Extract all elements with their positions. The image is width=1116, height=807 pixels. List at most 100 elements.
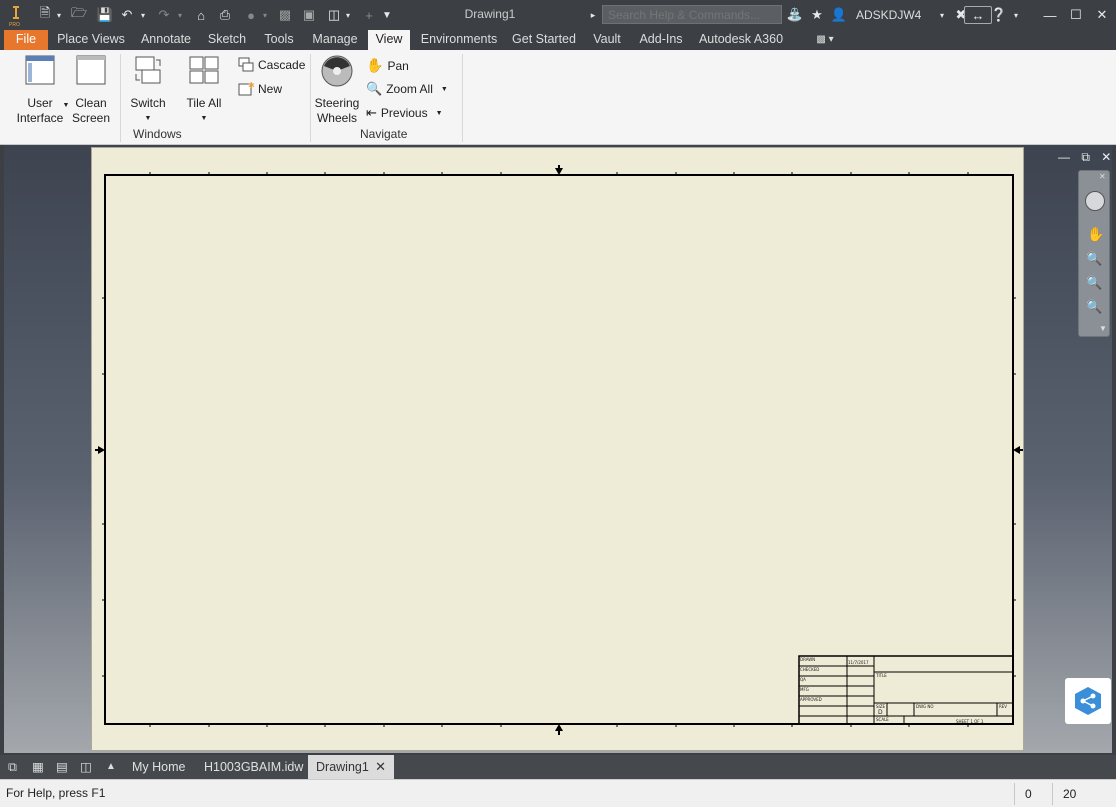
- inventor-pro-logo-icon[interactable]: PRO: [6, 4, 26, 28]
- status-value-1: 0: [1014, 783, 1056, 805]
- title-block-size-value: D: [878, 709, 883, 716]
- graphics-window[interactable]: DRAWN 11/7/2017 CHECKED QA MFG APPROVED …: [4, 145, 1112, 753]
- chevron-down-icon[interactable]: ▼: [436, 110, 443, 117]
- save-icon[interactable]: 💾: [96, 6, 114, 24]
- chevron-up-icon[interactable]: ▲: [106, 755, 116, 779]
- ribbon-toggle-icon[interactable]: ▩ ▾: [810, 30, 840, 50]
- subscription-icon[interactable]: ⛲: [786, 6, 804, 24]
- tile-horizontal-icon[interactable]: ▤: [56, 755, 68, 779]
- chevron-down-icon[interactable]: ▾: [260, 6, 270, 24]
- chevron-down-icon[interactable]: ▾: [175, 6, 185, 24]
- navbar-close-icon[interactable]: ✕: [1099, 172, 1106, 181]
- tab-autodesk-a360[interactable]: Autodesk A360: [696, 30, 786, 50]
- previous-view-button[interactable]: ⇤ Previous ▼: [366, 105, 443, 121]
- maximize-button[interactable]: ☐: [1068, 6, 1084, 24]
- tab-my-home[interactable]: My Home: [132, 755, 185, 779]
- close-button[interactable]: ✕: [1094, 6, 1110, 24]
- close-icon[interactable]: ✕: [375, 755, 386, 779]
- tab-sketch[interactable]: Sketch: [204, 30, 250, 50]
- appearance-icon[interactable]: ◫: [325, 6, 343, 24]
- tab-h1003gbaim[interactable]: H1003GBAIM.idw: [204, 755, 303, 779]
- new-window-icon: ✱: [238, 81, 254, 96]
- chevron-down-icon[interactable]: ▼: [62, 98, 70, 113]
- zoom-icon[interactable]: 🔍: [1086, 251, 1102, 267]
- zoom-all-button[interactable]: 🔍 Zoom All ▼: [366, 81, 448, 97]
- doc-minimize-button[interactable]: —: [1058, 150, 1070, 164]
- measure-icon[interactable]: ▩: [276, 6, 294, 24]
- full-navigation-wheel-icon[interactable]: [1085, 191, 1105, 211]
- new-file-icon[interactable]: 🗎: [36, 5, 54, 24]
- tab-manage[interactable]: Manage: [309, 30, 361, 50]
- svg-text:✱: ✱: [248, 81, 254, 90]
- title-block-scale: SCALE: [876, 717, 889, 722]
- status-help-text: For Help, press F1: [6, 786, 106, 800]
- redo-icon[interactable]: ↷: [155, 6, 173, 24]
- chevron-down-icon[interactable]: ▾: [138, 6, 148, 24]
- user-name[interactable]: ADSKDJW4: [856, 8, 921, 22]
- tab-add-ins[interactable]: Add-Ins: [636, 30, 686, 50]
- customize-dropdown-icon[interactable]: ▼: [380, 6, 394, 24]
- tile-vertical-icon[interactable]: ◫: [80, 755, 92, 779]
- resize-arrows-icon[interactable]: ↔: [964, 6, 992, 24]
- doc-restore-button[interactable]: ⧉: [1081, 150, 1090, 164]
- help-icon[interactable]: ❔: [990, 6, 1008, 24]
- chevron-down-icon[interactable]: ▼: [182, 111, 226, 126]
- navbar-menu-icon[interactable]: ▼: [1099, 324, 1107, 333]
- open-folder-icon[interactable]: 🗁: [70, 5, 88, 24]
- switch-button[interactable]: Switch ▼: [126, 54, 170, 126]
- cascade-icon[interactable]: ⧉: [8, 755, 17, 779]
- title-block-rev: REV: [999, 704, 1008, 709]
- clean-screen-button[interactable]: Clean Screen: [70, 54, 112, 126]
- pan-hand-icon[interactable]: ✋: [1087, 226, 1104, 243]
- title-block-sheet: SHEET 1 OF 1: [956, 719, 984, 724]
- title-block-mfg: MFG: [800, 687, 809, 692]
- pan-button[interactable]: ✋ Pan: [366, 57, 409, 74]
- title-block-drawn: DRAWN: [800, 657, 816, 662]
- share-icon: [1075, 687, 1101, 715]
- tile-all-button[interactable]: Tile All ▼: [182, 54, 226, 126]
- update-icon[interactable]: ▣: [300, 6, 318, 24]
- undo-icon[interactable]: ↶: [118, 6, 136, 24]
- material-icon[interactable]: ●: [242, 6, 260, 24]
- zoom-all-label: Zoom All: [386, 82, 433, 96]
- chevron-right-icon[interactable]: ▸: [588, 6, 598, 24]
- tab-annotate[interactable]: Annotate: [136, 30, 196, 50]
- cascade-button[interactable]: Cascade: [238, 57, 305, 73]
- tab-file[interactable]: File: [4, 30, 48, 50]
- tab-vault[interactable]: Vault: [588, 30, 626, 50]
- drawing-sheet[interactable]: DRAWN 11/7/2017 CHECKED QA MFG APPROVED …: [91, 147, 1024, 751]
- favorites-star-icon[interactable]: ★: [808, 6, 826, 24]
- tab-environments[interactable]: Environments: [418, 30, 500, 50]
- search-input[interactable]: [602, 5, 782, 24]
- plus-icon[interactable]: +: [360, 6, 378, 24]
- user-interface-button[interactable]: User Interface: [12, 54, 68, 126]
- minimize-button[interactable]: —: [1042, 6, 1058, 24]
- zoom-all-icon[interactable]: 🔍: [1086, 275, 1102, 291]
- tab-drawing1[interactable]: Drawing1 ✕: [308, 755, 394, 779]
- zoom-icon: 🔍: [366, 81, 383, 96]
- tile-all-icon[interactable]: ▦: [32, 755, 44, 779]
- zoom-window-icon[interactable]: 🔍: [1086, 299, 1102, 315]
- switch-label: Switch: [130, 96, 166, 110]
- home-icon[interactable]: ⌂: [192, 6, 210, 24]
- tab-get-started[interactable]: Get Started: [509, 30, 579, 50]
- share-view-button[interactable]: [1065, 678, 1111, 724]
- tab-place-views[interactable]: Place Views: [55, 30, 127, 50]
- chevron-down-icon[interactable]: ▾: [54, 6, 64, 24]
- tab-tools[interactable]: Tools: [259, 30, 299, 50]
- user-icon[interactable]: 👤: [831, 6, 847, 24]
- windows-panel-title: Windows: [133, 127, 182, 141]
- print-icon[interactable]: ⎙: [216, 6, 234, 24]
- cascade-label: Cascade: [258, 58, 306, 72]
- tab-view[interactable]: View: [368, 30, 410, 50]
- chevron-down-icon[interactable]: ▾: [343, 6, 353, 24]
- title-block-title: TITLE: [876, 673, 887, 678]
- doc-close-button[interactable]: ✕: [1101, 150, 1111, 164]
- chevron-down-icon[interactable]: ▾: [1010, 6, 1022, 24]
- chevron-down-icon[interactable]: ▼: [441, 86, 448, 93]
- ribbon-panel-view: User Interface ▼ Clean Screen Switch ▼ T…: [0, 50, 1116, 145]
- chevron-down-icon[interactable]: ▼: [126, 111, 170, 126]
- steering-wheels-button[interactable]: Steering Wheels: [314, 54, 360, 126]
- new-window-button[interactable]: ✱ New: [238, 81, 282, 97]
- chevron-down-icon[interactable]: ▾: [936, 6, 948, 24]
